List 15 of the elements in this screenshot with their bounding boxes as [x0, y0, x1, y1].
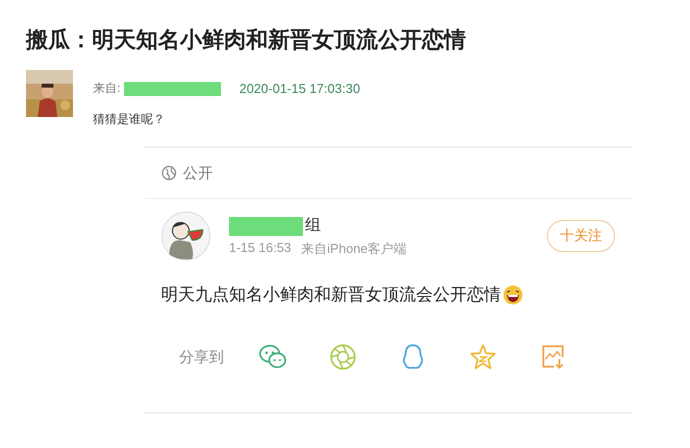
- post-source: 来自iPhone客户端: [301, 240, 407, 258]
- post-date: 2020-01-15 17:03:30: [239, 81, 360, 96]
- article-title: 搬瓜：明天知名小鲜肉和新晋女顶流公开恋情: [26, 26, 467, 55]
- star-icon[interactable]: [468, 342, 498, 372]
- source-label: 来自:: [93, 80, 120, 97]
- avatar-icon: [161, 211, 211, 261]
- post-text: 明天九点知名小鲜肉和新晋女顶流会公开恋情: [161, 284, 501, 306]
- laughing-face-icon: [503, 284, 523, 304]
- visibility-label: 公开: [183, 164, 213, 182]
- aperture-icon[interactable]: [328, 342, 358, 372]
- globe-icon: [161, 165, 177, 181]
- post-time: 1-15 16:53: [229, 240, 292, 257]
- intro-text: 猜猜是谁呢？: [93, 111, 166, 128]
- user-name[interactable]: 组: [305, 215, 321, 236]
- share-label: 分享到: [179, 348, 224, 366]
